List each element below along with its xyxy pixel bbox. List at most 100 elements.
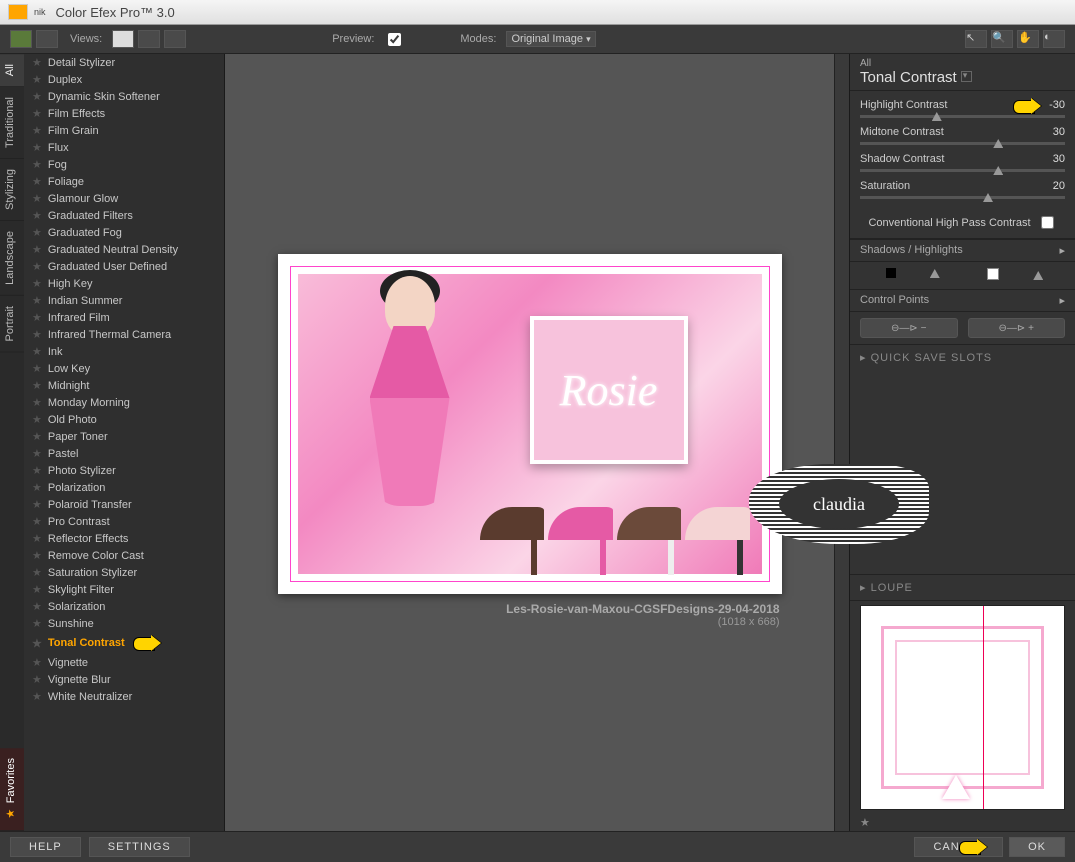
favorite-star-icon[interactable]: ★ [32, 243, 42, 256]
tab-all[interactable]: All [0, 54, 24, 87]
filter-item[interactable]: ★Low Key [24, 360, 224, 377]
slider-thumb[interactable] [993, 139, 1003, 148]
filter-item[interactable]: ★Graduated User Defined [24, 258, 224, 275]
favorite-star-icon[interactable]: ★ [32, 464, 42, 477]
filter-item[interactable]: ★Old Photo [24, 411, 224, 428]
favorite-star-icon[interactable]: ★ [32, 673, 42, 686]
highlights-swatch[interactable] [987, 268, 999, 280]
slider-track[interactable] [860, 142, 1065, 145]
panel-dropdown-icon[interactable] [961, 71, 972, 82]
filter-item[interactable]: ★Vignette [24, 654, 224, 671]
favorite-star-icon[interactable]: ★ [32, 311, 42, 324]
favorite-star-icon[interactable]: ★ [32, 498, 42, 511]
filter-item[interactable]: ★Monday Morning [24, 394, 224, 411]
filter-item[interactable]: ★Pastel [24, 445, 224, 462]
favorite-star-icon[interactable]: ★ [32, 362, 42, 375]
filter-item[interactable]: ★Film Grain [24, 122, 224, 139]
filter-item[interactable]: ★Foliage [24, 173, 224, 190]
favorite-star-icon[interactable]: ★ [32, 175, 42, 188]
control-points-section[interactable]: Control Points▸ [850, 289, 1075, 312]
thumb-view-1-button[interactable] [10, 30, 32, 48]
slider-thumb[interactable] [993, 166, 1003, 175]
filter-item[interactable]: ★Polaroid Transfer [24, 496, 224, 513]
tab-favorites[interactable]: Favorites [0, 748, 24, 831]
preview-checkbox[interactable] [388, 33, 401, 46]
filter-item[interactable]: ★Photo Stylizer [24, 462, 224, 479]
tab-portrait[interactable]: Portrait [0, 296, 24, 352]
shadows-swatch[interactable] [886, 268, 896, 278]
filter-item[interactable]: ★Polarization [24, 479, 224, 496]
favorite-star-icon[interactable]: ★ [32, 481, 42, 494]
slider-midtone-contrast[interactable]: Midtone Contrast30 [860, 126, 1065, 145]
favorite-star-icon[interactable]: ★ [32, 107, 42, 120]
favorite-star-icon[interactable]: ★ [32, 396, 42, 409]
filter-item[interactable]: ★Duplex [24, 71, 224, 88]
favorite-star-icon[interactable]: ★ [32, 294, 42, 307]
filter-item[interactable]: ★Vignette Blur [24, 671, 224, 688]
tab-traditional[interactable]: Traditional [0, 87, 24, 159]
favorite-star-icon[interactable]: ★ [32, 260, 42, 273]
favorite-star-icon[interactable]: ★ [32, 447, 42, 460]
slider-shadow-contrast[interactable]: Shadow Contrast30 [860, 153, 1065, 172]
filter-item[interactable]: ★Sunshine [24, 615, 224, 632]
slider-saturation[interactable]: Saturation20 [860, 180, 1065, 199]
pan-tool-button[interactable]: ✋ [1017, 30, 1039, 48]
favorite-star-icon[interactable]: ★ [32, 192, 42, 205]
filter-item[interactable]: ★Pro Contrast [24, 513, 224, 530]
thumb-view-2-button[interactable] [36, 30, 58, 48]
favorite-star-icon[interactable]: ★ [32, 124, 42, 137]
tab-stylizing[interactable]: Stylizing [0, 159, 24, 221]
filter-item[interactable]: ★Midnight [24, 377, 224, 394]
favorite-star-icon[interactable]: ★ [32, 90, 42, 103]
add-pos-controlpoint-button[interactable]: ⊖—⊳ + [968, 318, 1066, 338]
favorite-star-icon[interactable]: ★ [32, 328, 42, 341]
favorite-star-icon[interactable]: ★ [32, 413, 42, 426]
favorite-star-icon[interactable]: ★ [32, 566, 42, 579]
filter-item[interactable]: ★Film Effects [24, 105, 224, 122]
filter-item[interactable]: ★Skylight Filter [24, 581, 224, 598]
modes-select[interactable]: Original Image ▾ [506, 31, 595, 47]
favorite-star-icon[interactable]: ★ [32, 226, 42, 239]
filter-item[interactable]: ★Ink [24, 343, 224, 360]
filter-item[interactable]: ★Tonal Contrast [24, 632, 224, 654]
loupe-section-header[interactable]: LOUPE [850, 574, 1075, 601]
filter-item[interactable]: ★Fog [24, 156, 224, 173]
favorite-star-icon[interactable]: ★ [32, 637, 42, 650]
favorite-star-icon[interactable]: ★ [32, 73, 42, 86]
favorite-star-icon[interactable]: ★ [32, 583, 42, 596]
tab-landscape[interactable]: Landscape [0, 221, 24, 296]
slider-track[interactable] [860, 196, 1065, 199]
slider-track[interactable] [860, 169, 1065, 172]
slider-thumb[interactable] [932, 112, 942, 121]
favorite-star-icon[interactable]: ★ [32, 430, 42, 443]
favorite-star-icon[interactable]: ★ [32, 617, 42, 630]
filter-item[interactable]: ★White Neutralizer [24, 688, 224, 705]
filter-item[interactable]: ★Infrared Thermal Camera [24, 326, 224, 343]
filter-item[interactable]: ★Infrared Film [24, 309, 224, 326]
favorite-star-icon[interactable]: ★ [32, 532, 42, 545]
favorite-star-icon[interactable]: ★ [32, 158, 42, 171]
filter-item[interactable]: ★Paper Toner [24, 428, 224, 445]
filter-item[interactable]: ★Glamour Glow [24, 190, 224, 207]
favorite-star-icon[interactable]: ★ [32, 345, 42, 358]
favorite-star-icon[interactable]: ★ [32, 690, 42, 703]
loupe-favorite-star[interactable]: ★ [850, 814, 1075, 831]
single-view-button[interactable] [112, 30, 134, 48]
filter-item[interactable]: ★Detail Stylizer [24, 54, 224, 71]
filter-item[interactable]: ★Dynamic Skin Softener [24, 88, 224, 105]
favorite-star-icon[interactable]: ★ [32, 209, 42, 222]
canvas-scrollbar[interactable] [834, 54, 849, 831]
filter-item[interactable]: ★Remove Color Cast [24, 547, 224, 564]
filter-item[interactable]: ★Graduated Fog [24, 224, 224, 241]
zoom-tool-button[interactable]: 🔍 [991, 30, 1013, 48]
favorite-star-icon[interactable]: ★ [32, 56, 42, 69]
filter-item[interactable]: ★Solarization [24, 598, 224, 615]
favorite-star-icon[interactable]: ★ [32, 141, 42, 154]
pointer-tool-button[interactable]: ↖ [965, 30, 987, 48]
highpass-checkbox[interactable] [1041, 216, 1054, 229]
split-h-view-button[interactable] [164, 30, 186, 48]
favorite-star-icon[interactable]: ★ [32, 379, 42, 392]
quick-save-slots-section[interactable]: QUICK SAVE SLOTS [850, 344, 1075, 370]
add-neg-controlpoint-button[interactable]: ⊖—⊳ − [860, 318, 958, 338]
slider-highlight-contrast[interactable]: Highlight Contrast-30 [860, 99, 1065, 118]
